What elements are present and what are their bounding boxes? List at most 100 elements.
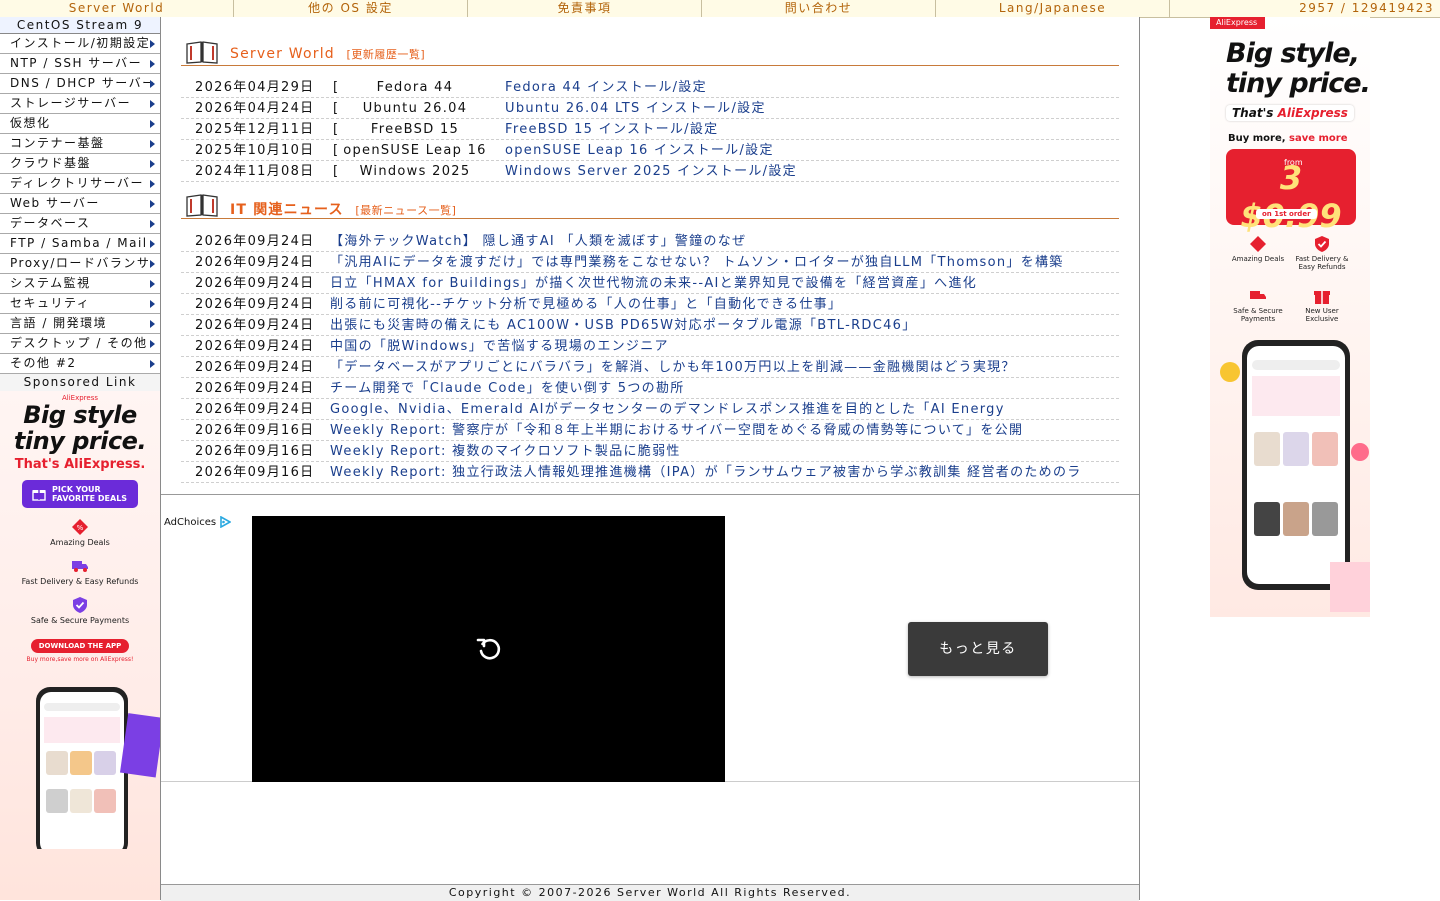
- top-nav-other-os[interactable]: 他の OS 設定: [234, 0, 468, 17]
- news-link[interactable]: 出張にも災害時の備えにも AC100W・USB PD65W対応ポータブル電源「B…: [330, 316, 917, 335]
- sidebar-menu-item[interactable]: セキュリティ: [0, 294, 160, 314]
- bracket-open: [: [333, 101, 340, 116]
- replay-icon[interactable]: [474, 634, 504, 664]
- update-row: 2025年10月10日[openSUSE Leap 16]openSUSE Le…: [181, 140, 1119, 161]
- bracket-open: [: [333, 122, 340, 137]
- video-player[interactable]: [252, 516, 725, 782]
- sidebar-menu-item[interactable]: NTP / SSH サーバー: [0, 54, 160, 74]
- see-more-button[interactable]: もっと見る: [908, 622, 1048, 676]
- news-link[interactable]: 「汎用AIにデータを渡すだけ」では専門業務をこなせない？ トムソン・ロイターが独…: [330, 253, 1064, 272]
- news-row: 2026年09月24日 削る前に可視化--チケット分析で見極める「人の仕事」と「自…: [181, 294, 1119, 315]
- update-os-tag: [Windows 2025]: [333, 162, 497, 181]
- sidebar-menu-label: コンテナー基盤: [10, 136, 105, 150]
- price-from-label: from: [1284, 158, 1303, 167]
- top-nav-disclaimer[interactable]: 免責事項: [468, 0, 702, 17]
- update-os-tag: [Ubuntu 26.04]: [333, 99, 497, 118]
- sidebar-menu-item[interactable]: デスクトップ / その他: [0, 334, 160, 354]
- chevron-right-icon: [150, 120, 155, 128]
- truck-icon: [1250, 291, 1266, 299]
- sidebar-menu-item[interactable]: その他 #2: [0, 354, 160, 374]
- left-banner-ad[interactable]: AliExpress Big style tiny price. That's …: [0, 391, 160, 900]
- book-icon: [186, 41, 218, 64]
- sidebar-menu-item[interactable]: 言語 / 開発環境: [0, 314, 160, 334]
- chevron-right-icon: [150, 300, 155, 308]
- update-os-name: Windows 2025: [359, 164, 471, 179]
- sidebar-menu-item[interactable]: DNS / DHCP サーバー: [0, 74, 160, 94]
- update-date: 2026年04月24日: [195, 101, 315, 116]
- news-link[interactable]: 日立「HMAX for Buildings」が描く次世代物流の未来--AIと業界…: [330, 274, 977, 293]
- top-nav-language[interactable]: Lang/Japanese: [936, 0, 1170, 17]
- sidebar-menu-item[interactable]: Web サーバー: [0, 194, 160, 214]
- adchoices-badge[interactable]: AdChoices: [164, 516, 232, 528]
- feature-fast-delivery: Fast Delivery & Easy Refunds: [0, 557, 160, 586]
- news-link[interactable]: 「データベースがアプリごとにバラバラ」を解消、しかも年100万円以上を削減——金…: [330, 358, 1016, 377]
- news-date: 2026年09月24日: [195, 381, 315, 396]
- news-date: 2026年09月24日: [195, 297, 315, 312]
- news-list-link[interactable]: [最新ニュース一覧]: [355, 204, 456, 217]
- feature-label: Fast Delivery & Easy Refunds: [1295, 255, 1349, 271]
- update-link[interactable]: Ubuntu 26.04 LTS インストール/設定: [505, 99, 766, 118]
- chevron-right-icon: [150, 260, 155, 268]
- buy-text: Buy more,: [1228, 133, 1290, 144]
- sidebar-menu-label: その他 #2: [10, 356, 77, 370]
- news-link[interactable]: Weekly Report: 独立行政法人情報処理推進機構（IPA）が「ランサム…: [330, 463, 1082, 482]
- chevron-right-icon: [150, 220, 155, 228]
- news-link[interactable]: Google、Nvidia、Emerald AIがデータセンターのデマンドレスポ…: [330, 400, 1005, 419]
- update-link[interactable]: FreeBSD 15 インストール/設定: [505, 120, 718, 139]
- update-date: 2025年12月11日: [195, 122, 315, 137]
- update-link[interactable]: openSUSE Leap 16 インストール/設定: [505, 141, 774, 160]
- sidebar-menu-item[interactable]: ストレージサーバー: [0, 94, 160, 114]
- top-nav-server-world[interactable]: Server World: [0, 0, 234, 17]
- feature-label: Safe & Secure Payments: [1233, 307, 1283, 323]
- update-link[interactable]: Windows Server 2025 インストール/設定: [505, 162, 797, 181]
- sidebar-menu-item[interactable]: クラウド基盤: [0, 154, 160, 174]
- chevron-right-icon: [150, 60, 155, 68]
- sidebar-menu-label: クラウド基盤: [10, 156, 92, 170]
- update-row: 2024年11月08日[Windows 2025]Windows Server …: [181, 161, 1119, 182]
- sidebar-title[interactable]: CentOS Stream 9: [0, 17, 160, 34]
- news-row: 2026年09月24日 チーム開発で「Claude Code」を使い倒す 5つの勘…: [181, 378, 1119, 399]
- ad-feature: Safe & Secure Payments: [1230, 287, 1286, 323]
- sidebar-menu-item[interactable]: Proxy/ロードバランサ: [0, 254, 160, 274]
- top-nav-contact[interactable]: 問い合わせ: [702, 0, 936, 17]
- chevron-right-icon: [150, 80, 155, 88]
- news-row: 2026年09月24日 出張にも災害時の備えにも AC100W・USB PD65W…: [181, 315, 1119, 336]
- update-row: 2026年04月29日[Fedora 44]Fedora 44 インストール/設…: [181, 77, 1119, 98]
- news-row: 2026年09月24日 「汎用AIにデータを渡すだけ」では専門業務をこなせない？ …: [181, 252, 1119, 273]
- chevron-right-icon: [150, 200, 155, 208]
- adchoices-label: AdChoices: [164, 516, 217, 528]
- right-banner-ad[interactable]: AliExpress Big style, tiny price. That's…: [1210, 17, 1370, 617]
- bracket-open: [: [333, 143, 340, 158]
- updates-history-link[interactable]: [更新履歴一覧]: [347, 48, 426, 61]
- sidebar-menu-item[interactable]: インストール/初期設定: [0, 34, 160, 54]
- sidebar-menu-item[interactable]: システム監視: [0, 274, 160, 294]
- ad-headline-line2: tiny price.: [13, 427, 147, 455]
- news-date: 2026年09月24日: [195, 402, 315, 417]
- update-os-tag: [Fedora 44]: [333, 78, 497, 97]
- update-os-name: FreeBSD 15: [370, 122, 460, 137]
- sidebar-menu-item[interactable]: コンテナー基盤: [0, 134, 160, 154]
- download-app-button[interactable]: DOWNLOAD THE APP: [31, 639, 129, 653]
- news-link[interactable]: 削る前に可視化--チケット分析で見極める「人の仕事」と「自動化できる仕事」: [330, 295, 842, 314]
- sidebar-menu-label: システム監視: [10, 276, 91, 290]
- news-link[interactable]: Weekly Report: 複数のマイクロソフト製品に脆弱性: [330, 442, 681, 461]
- news-link[interactable]: Weekly Report: 警察庁が「令和８年上半期におけるサイバー空間をめぐ…: [330, 421, 1023, 440]
- update-os-tag: [FreeBSD 15]: [333, 120, 497, 139]
- news-link[interactable]: 中国の「脱Windows」で苦悩する現場のエンジニア: [330, 337, 669, 356]
- update-link[interactable]: Fedora 44 インストール/設定: [505, 78, 707, 97]
- news-link[interactable]: チーム開発で「Claude Code」を使い倒す 5つの勘所: [330, 379, 685, 398]
- sidebar-menu-item[interactable]: FTP / Samba / Mail: [0, 234, 160, 254]
- news-row: 2026年09月24日 「データベースがアプリごとにバラバラ」を解消、しかも年10…: [181, 357, 1119, 378]
- shield-check-icon: [1315, 236, 1329, 252]
- news-link[interactable]: 【海外テックWatch】 隠し通すAI 「人類を滅ぼす」警鐘のなぜ: [330, 232, 746, 251]
- sidebar-menu-label: DNS / DHCP サーバー: [10, 76, 156, 90]
- chevron-right-icon: [150, 40, 155, 48]
- ad-feature: Amazing Deals: [1230, 235, 1286, 263]
- sidebar-menu-item[interactable]: データベース: [0, 214, 160, 234]
- main-content: Server World [更新履歴一覧] 2026年04月29日 [Fedora…: [161, 17, 1140, 901]
- pick-deals-button[interactable]: PICK YOUR FAVORITE DEALS: [22, 480, 138, 508]
- news-row: 2026年09月16日 Weekly Report: 複数のマイクロソフト製品に脆…: [181, 441, 1119, 462]
- price-deal-badge: from 3 $0.99 on 1st order: [1226, 149, 1356, 235]
- sidebar-menu-item[interactable]: 仮想化: [0, 114, 160, 134]
- sidebar-menu-item[interactable]: ディレクトリサーバー: [0, 174, 160, 194]
